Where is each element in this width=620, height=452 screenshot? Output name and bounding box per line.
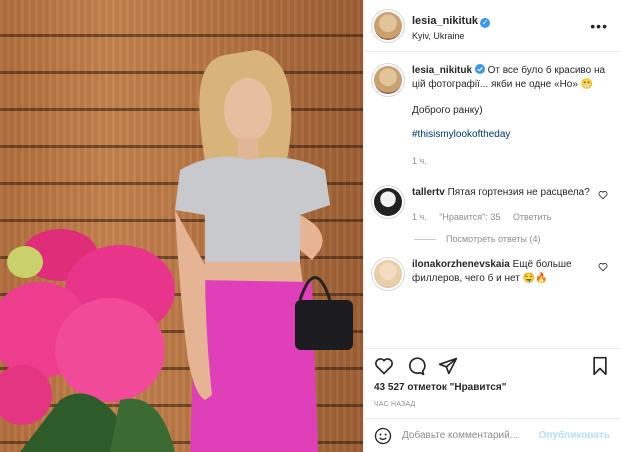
author-username[interactable]: lesia_nikituk [412,15,478,27]
comment-icon[interactable] [406,356,426,376]
comment-text: Пятая гортензия не расцвела? [447,187,590,198]
commenter-avatar[interactable] [374,260,402,288]
heart-icon[interactable] [374,356,394,376]
comment-likes[interactable]: "Нравится": 35 [439,212,500,222]
caption-time: 1 ч. [412,156,427,166]
post-side-panel: lesia_nikituk ✓ Kyiv, Ukraine ••• lesia_n… [363,0,620,452]
author-avatar[interactable] [374,11,402,40]
post-header: lesia_nikituk ✓ Kyiv, Ukraine ••• [364,0,620,52]
caption-username[interactable]: lesia_nikituk [412,65,472,76]
action-bar [364,348,620,382]
comment-meta: 1 ч. "Нравится": 35 Ответить [412,210,594,224]
commenter-username[interactable]: tallertv [412,187,445,198]
caption-greeting: Доброго ранку) [412,105,483,116]
comment-item: tallertv Пятая гортензия не расцвела? 1 … [374,186,608,224]
person [175,50,353,452]
emoji-icon[interactable] [374,427,392,445]
post-location[interactable]: Kyiv, Ukraine [412,31,590,41]
verified-badge-icon: ✓ [480,17,491,28]
commenter-username[interactable]: ilonakorzhenevskaia [412,259,510,270]
verified-icon [474,64,485,74]
caption: lesia_nikituk От все було б красиво на ц… [374,64,608,168]
post-photo[interactable] [0,0,363,452]
comments-section: lesia_nikituk От все було б красиво на ц… [364,52,620,348]
view-replies[interactable]: Посмотреть ответы (4) [414,234,608,244]
hydrangea-flowers [0,229,175,452]
comment-input[interactable]: Добавьте комментарий... [402,430,539,441]
publish-button[interactable]: Опубликовать [539,430,610,441]
comment-time: 1 ч. [412,212,427,222]
like-comment-icon[interactable] [598,190,608,200]
photo-illustration [0,50,353,452]
likes-count[interactable]: 43 527 отметок "Нравится" [364,382,620,393]
add-comment-bar: Добавьте комментарий... Опубликовать [364,418,620,452]
post-timestamp: ЧАС НАЗАД [374,401,416,408]
like-comment-icon[interactable] [598,262,608,272]
share-icon[interactable] [438,356,458,376]
caption-hashtag[interactable]: #thisismylookoftheday [412,128,608,142]
comment-item: ilonakorzhenevskaia Ещё больше филлеров,… [374,258,608,288]
commenter-avatar[interactable] [374,188,402,216]
caption-avatar[interactable] [374,66,402,94]
instagram-post: lesia_nikituk ✓ Kyiv, Ukraine ••• lesia_n… [0,0,620,452]
more-options-icon[interactable]: ••• [590,18,608,34]
bookmark-icon[interactable] [590,356,610,376]
reply-button[interactable]: Ответить [513,212,551,222]
